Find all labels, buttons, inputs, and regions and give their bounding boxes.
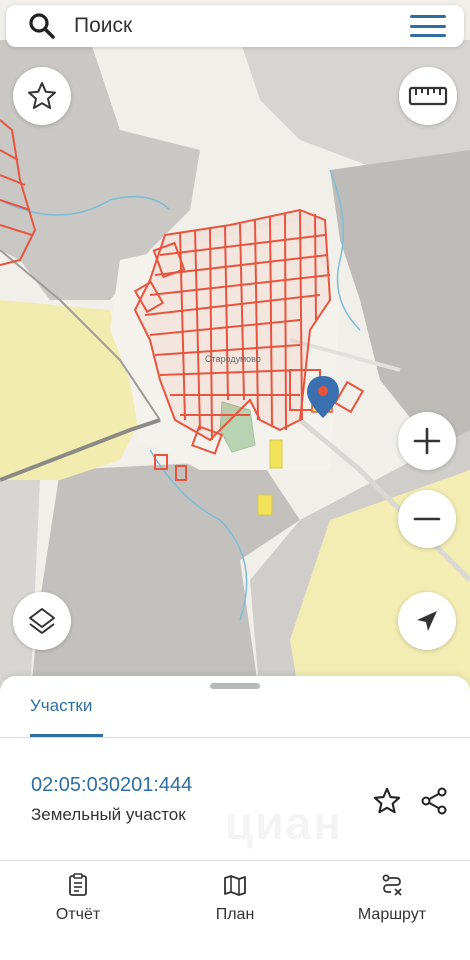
parcel-type: Земельный участок (31, 805, 186, 824)
divider (0, 737, 470, 738)
search-icon[interactable] (26, 10, 58, 42)
route-icon (379, 872, 405, 898)
locality-label: Стародумово (205, 354, 261, 364)
bottom-sheet[interactable]: Участки циан 02:05:030201:444 Земельный … (0, 676, 470, 960)
nav-plan[interactable]: План (175, 872, 295, 924)
layers-button[interactable] (13, 592, 71, 650)
my-location-button[interactable] (398, 592, 456, 650)
navigation-arrow-icon (417, 611, 437, 631)
layers-icon (29, 608, 55, 634)
hamburger-menu-icon[interactable] (410, 11, 446, 41)
nav-label: План (215, 906, 255, 923)
watermark: циан (225, 797, 343, 849)
zoom-out-button[interactable] (398, 490, 456, 548)
share-button[interactable] (417, 784, 451, 818)
tab-parcels[interactable]: Участки (30, 696, 92, 716)
nav-report[interactable]: Отчёт (18, 872, 138, 924)
map-icon (222, 872, 248, 898)
cadastral-number[interactable]: 02:05:030201:444 (31, 774, 192, 797)
favorites-button[interactable] (13, 67, 71, 125)
ruler-icon (408, 86, 448, 106)
star-icon (28, 82, 56, 109)
report-icon (65, 872, 91, 898)
star-icon (373, 787, 401, 814)
nav-label: Отчёт (55, 906, 101, 923)
nav-route[interactable]: Маршрут (332, 872, 452, 924)
measure-button[interactable] (399, 67, 457, 125)
nav-label: Маршрут (357, 906, 427, 923)
minus-icon (413, 517, 441, 521)
sheet-grabber[interactable] (210, 683, 260, 689)
search-input[interactable]: Поиск (74, 14, 410, 38)
zoom-in-button[interactable] (398, 412, 456, 470)
search-bar[interactable]: Поиск (6, 5, 464, 47)
divider (0, 860, 470, 861)
add-favorite-button[interactable] (370, 784, 404, 818)
plus-icon (413, 427, 441, 455)
share-icon (421, 787, 447, 815)
